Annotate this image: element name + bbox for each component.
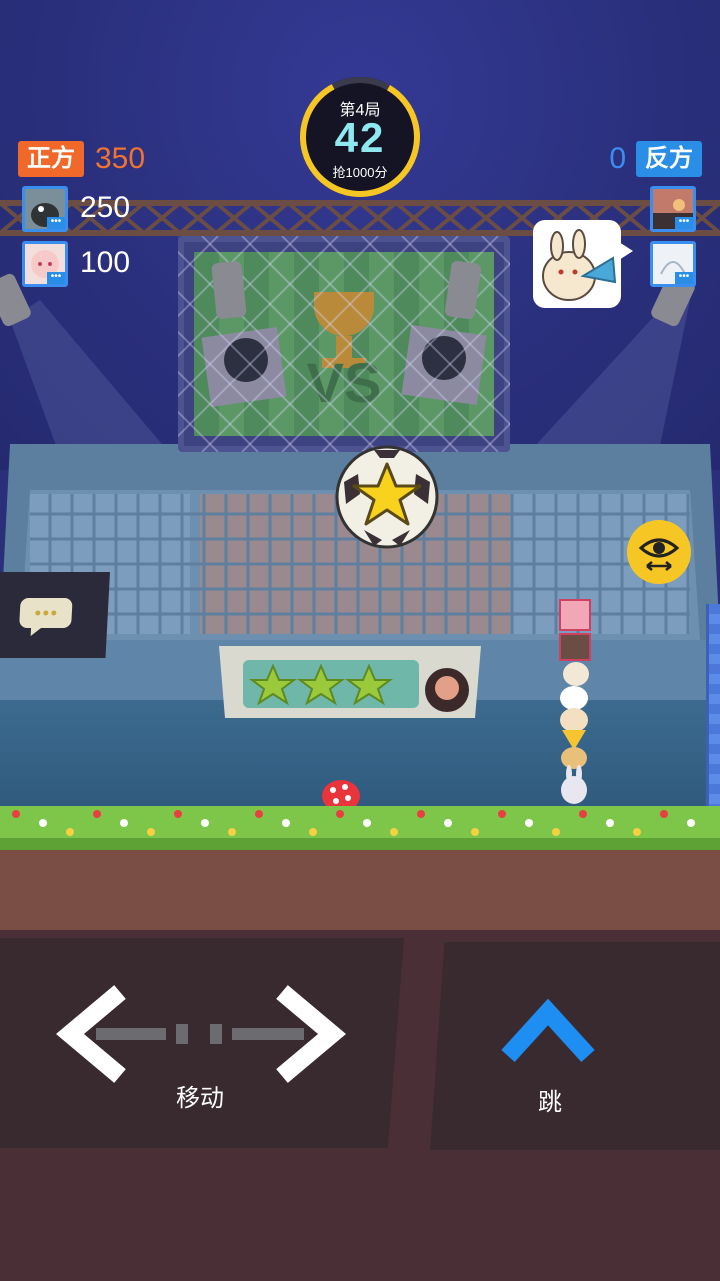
rabbit-horn-sticker — [542, 229, 617, 301]
flower — [660, 810, 668, 818]
move-label: 移动 — [176, 1085, 224, 1112]
flower — [336, 810, 344, 818]
flower — [174, 810, 182, 818]
flower — [417, 810, 425, 818]
team-right-score: 0 — [609, 142, 626, 175]
flower — [201, 819, 209, 827]
flower — [390, 828, 398, 836]
goal-post — [706, 604, 720, 812]
flower — [93, 810, 101, 818]
flower — [12, 810, 20, 818]
team-left-score: 350 — [95, 142, 146, 175]
flower — [120, 819, 128, 827]
grass-edge — [0, 838, 720, 850]
round-timer: 第4局 42 抢1000分 — [297, 74, 423, 200]
jump-label: 跳 — [538, 1089, 562, 1116]
move-control[interactable] — [0, 938, 404, 1148]
jump-control[interactable] — [430, 942, 720, 1150]
sketch-avatar[interactable]: ••• — [650, 241, 696, 287]
flower — [66, 828, 74, 836]
view-toggle-button[interactable] — [627, 520, 691, 584]
more-icon: ••• — [47, 272, 65, 284]
flower — [444, 819, 452, 827]
team-right-badge: 反方 — [636, 141, 702, 177]
flower — [147, 828, 155, 836]
stars-banner — [219, 646, 481, 718]
flower — [606, 819, 614, 827]
flower — [471, 828, 479, 836]
opponent-stack — [559, 599, 591, 804]
soccer-ball — [335, 445, 439, 549]
countdown-value: 42 — [334, 114, 386, 161]
flower — [687, 819, 695, 827]
chat-bubble-icon — [19, 598, 73, 636]
bonus-label: 抢1000分 — [332, 165, 388, 180]
chat-button[interactable] — [0, 572, 111, 658]
team-left-badge: 正方 — [18, 141, 84, 177]
flower — [633, 828, 641, 836]
jump-arrow-icon — [501, 998, 595, 1063]
anime-girl-avatar[interactable]: ••• — [22, 241, 68, 287]
more-icon: ••• — [675, 272, 693, 284]
flower — [255, 810, 263, 818]
flower — [39, 819, 47, 827]
flower — [228, 828, 236, 836]
flower — [525, 819, 533, 827]
left-player-2-score: 100 — [80, 246, 131, 279]
more-icon: ••• — [675, 217, 693, 229]
sunset-avatar[interactable]: ••• — [650, 186, 696, 232]
left-player-2[interactable]: ••• 100 — [22, 241, 172, 287]
flower — [309, 828, 317, 836]
left-player-1[interactable]: ••• 250 — [22, 186, 172, 232]
emoji-sticker-bubble — [533, 220, 633, 308]
dog-avatar[interactable]: ••• — [22, 186, 68, 232]
more-icon: ••• — [47, 217, 65, 229]
eye-icon — [638, 538, 680, 571]
left-player-1-score: 250 — [80, 191, 131, 224]
flower — [552, 828, 560, 836]
flower — [363, 819, 371, 827]
spotlight-center-left — [211, 260, 247, 320]
flower — [498, 810, 506, 818]
flower — [579, 810, 587, 818]
dirt-layer — [0, 850, 720, 930]
game-stage: VS 正方 350 ••• 250 ••• 100 0 反方 ••• ••• 第… — [0, 0, 720, 1281]
left-right-arrows-icon — [56, 985, 346, 1083]
flower — [282, 819, 290, 827]
